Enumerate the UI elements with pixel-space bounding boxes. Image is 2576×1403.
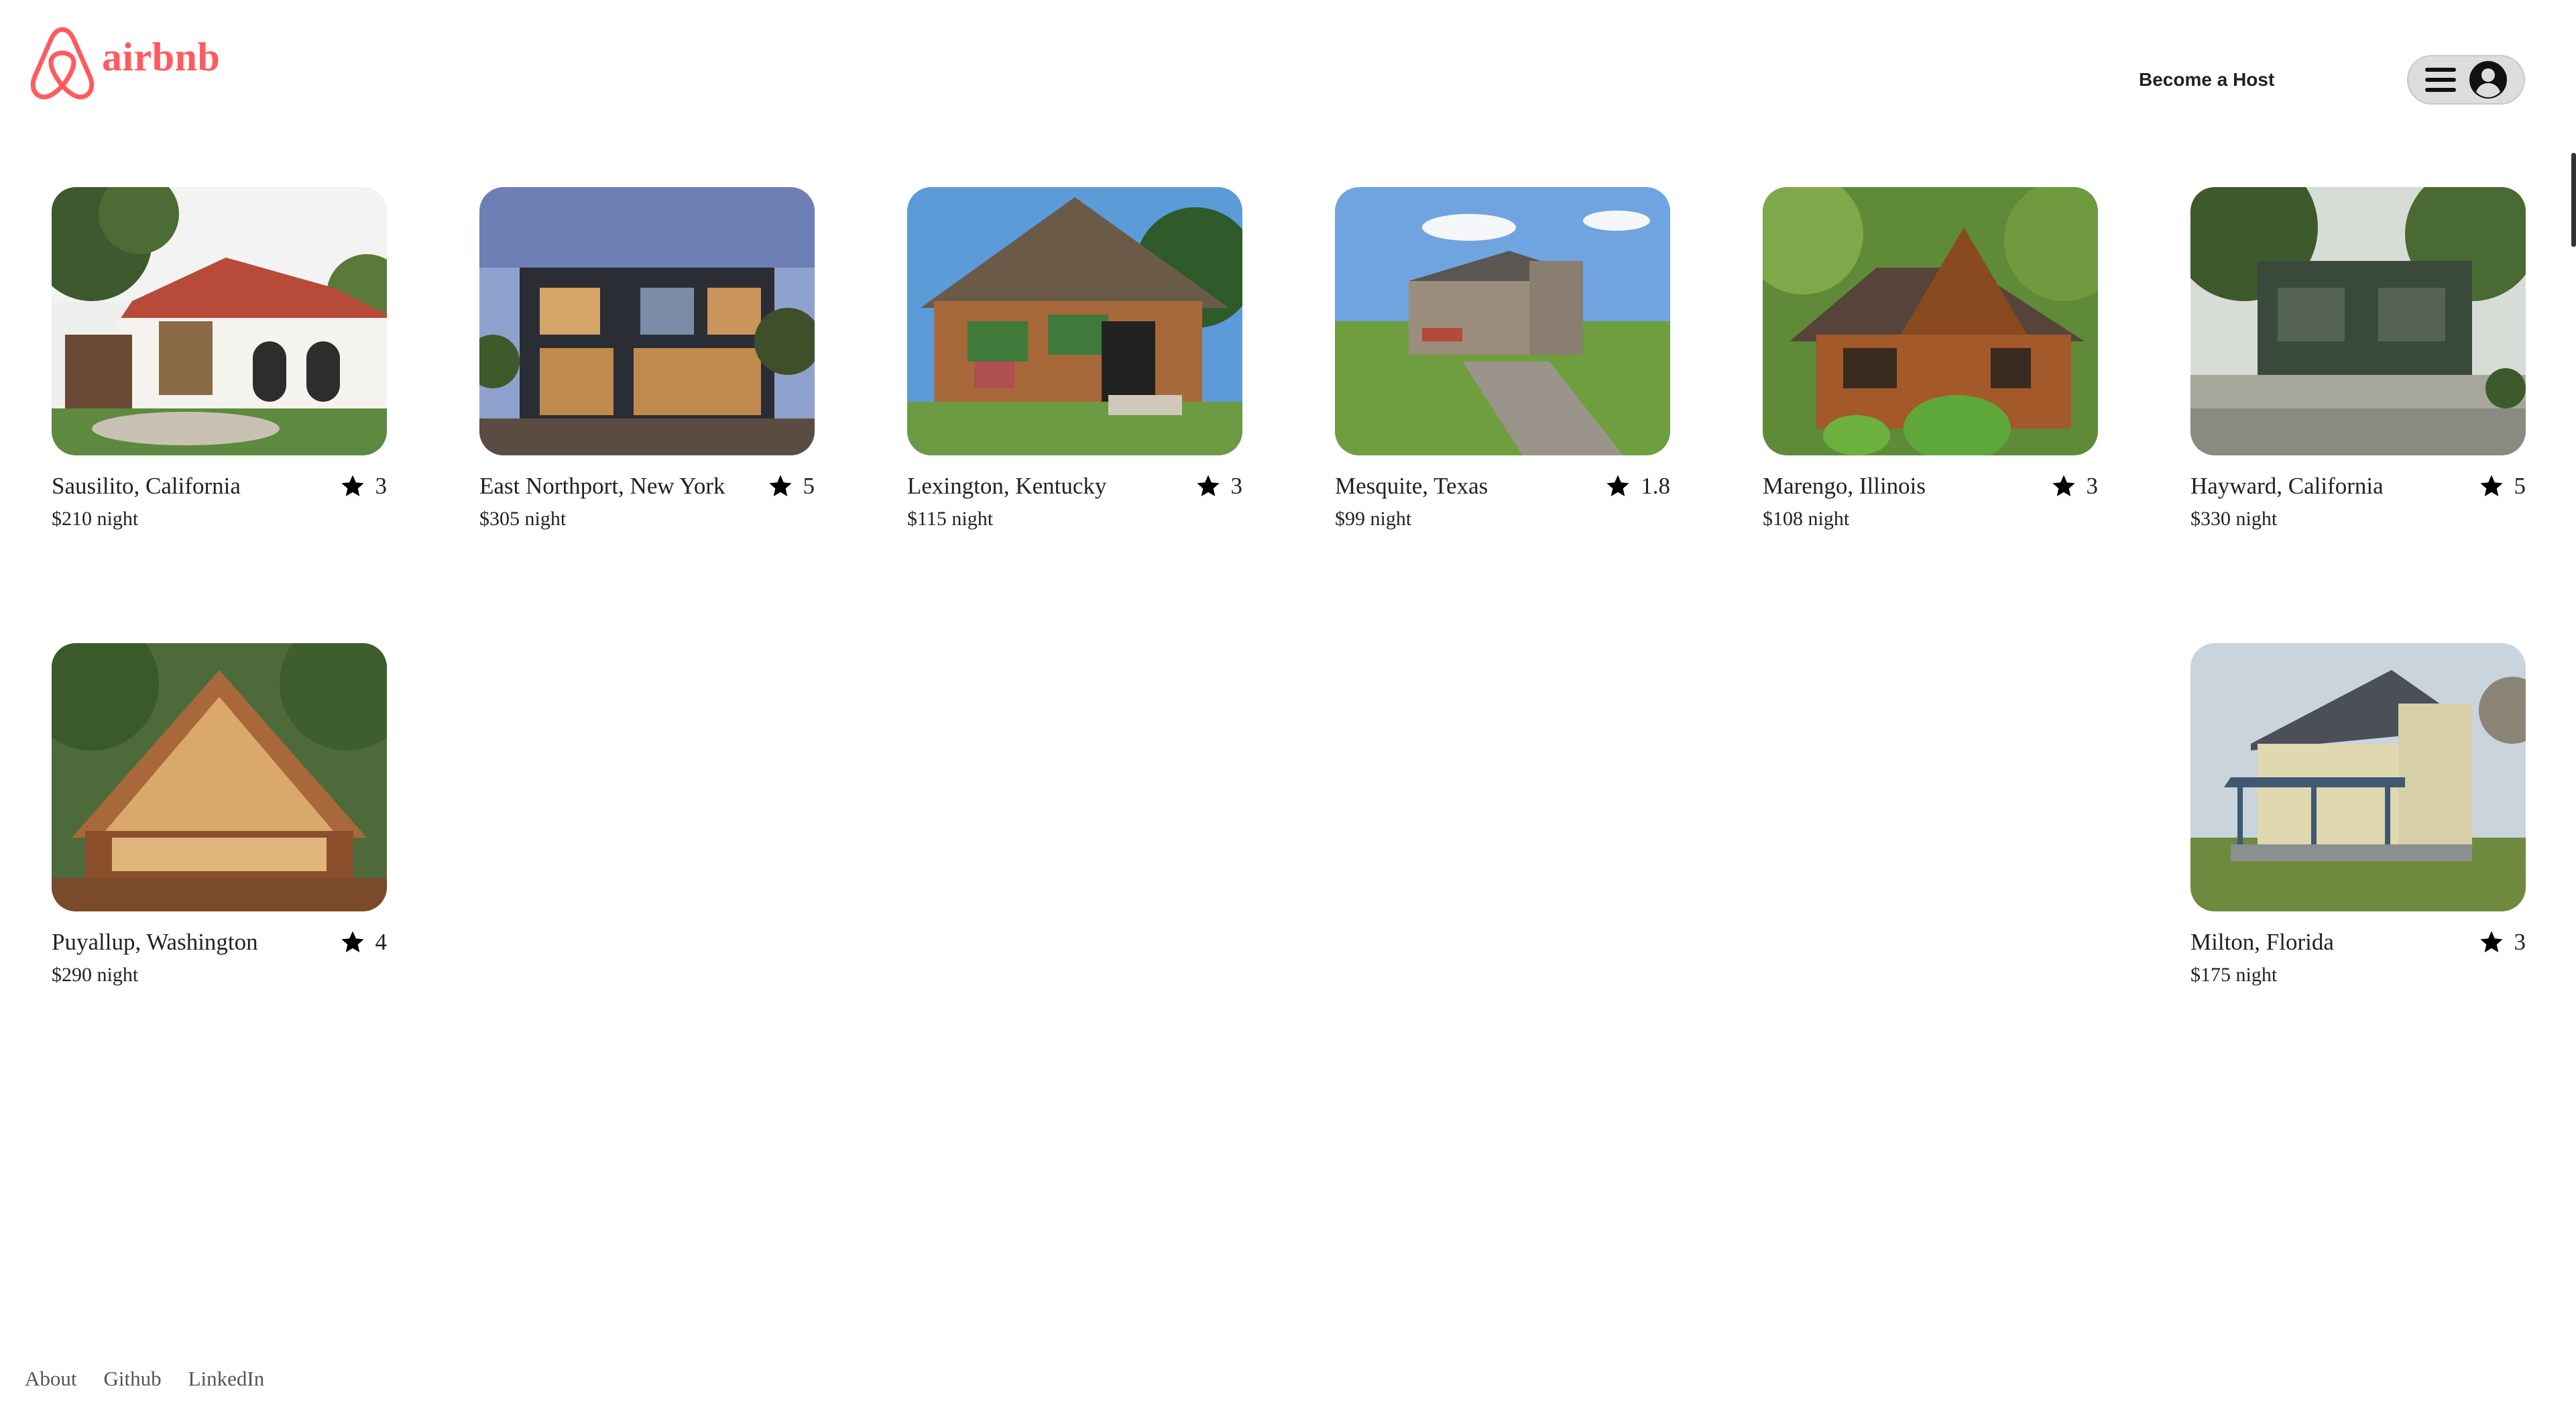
listing-location: Puyallup, Washington (52, 929, 258, 955)
house-photo (907, 187, 1242, 455)
star-icon (768, 475, 792, 496)
listing-card[interactable]: Sausilito, California 3 $210 night (52, 187, 388, 530)
listing-rating: 5 (767, 473, 815, 500)
star-icon (1606, 475, 1629, 496)
listing-card[interactable]: Marengo, Illinois 3 $108 night (1763, 187, 2099, 530)
footer-link-github[interactable]: Github (104, 1367, 162, 1391)
brand-name: airbnb (102, 34, 221, 79)
listing-rating: 3 (1195, 473, 1243, 500)
house-photo (52, 187, 387, 455)
house-photo (1335, 187, 1670, 455)
top-navigation: airbnb Become a Host (0, 0, 2576, 134)
rating-value: 4 (375, 929, 388, 955)
listing-price: $108 night (1763, 508, 1850, 530)
listing-location: Milton, Florida (2190, 929, 2334, 955)
rating-value: 3 (2514, 929, 2526, 955)
user-menu-button[interactable] (2407, 55, 2525, 105)
listing-price: $175 night (2190, 964, 2278, 986)
rating-value: 5 (803, 473, 815, 499)
house-photo (479, 187, 815, 455)
listing-price: $99 night (1335, 508, 1412, 530)
house-photo (52, 643, 387, 911)
listing-card[interactable]: Milton, Florida 3 $175 night (2190, 643, 2526, 986)
house-photo (2190, 643, 2526, 911)
listing-rating: 4 (339, 929, 388, 956)
house-photo (2190, 187, 2526, 455)
listing-rating: 3 (2050, 473, 2099, 500)
listing-photo[interactable] (52, 187, 387, 455)
listing-location: East Northport, New York (479, 473, 725, 499)
listing-location: Lexington, Kentucky (907, 473, 1107, 499)
rating-value: 3 (375, 473, 388, 499)
footer-link-linkedin[interactable]: LinkedIn (188, 1367, 265, 1391)
listing-photo[interactable] (479, 187, 815, 455)
listing-photo[interactable] (2190, 643, 2526, 911)
listing-rating: 1.8 (1604, 473, 1670, 500)
listing-card[interactable]: Lexington, Kentucky 3 $115 night (907, 187, 1243, 530)
star-icon (341, 475, 364, 496)
listing-card[interactable]: Mesquite, Texas 1.8 $99 night (1335, 187, 1670, 530)
listing-price: $290 night (52, 964, 139, 986)
rating-value: 1.8 (1641, 473, 1670, 499)
become-a-host-link[interactable]: Become a Host (2139, 69, 2274, 91)
listing-photo[interactable] (1763, 187, 2098, 455)
rating-value: 3 (1230, 473, 1243, 499)
listing-photo[interactable] (52, 643, 387, 911)
footer-link-about[interactable]: About (25, 1367, 77, 1391)
listing-rating: 3 (339, 473, 388, 500)
user-circle-icon (2469, 61, 2507, 99)
listing-photo[interactable] (2190, 187, 2526, 455)
airbnb-logo[interactable]: airbnb (25, 24, 220, 102)
listing-rating: 3 (2478, 929, 2526, 956)
listing-location: Sausilito, California (52, 473, 241, 499)
scrollbar-thumb[interactable] (2571, 153, 2576, 247)
star-icon (2479, 475, 2503, 496)
rating-value: 5 (2514, 473, 2526, 499)
rating-value: 3 (2086, 473, 2099, 499)
listing-price: $115 night (907, 508, 994, 530)
listing-card[interactable]: Puyallup, Washington 4 $290 night (52, 643, 388, 986)
listing-rating: 5 (2478, 473, 2526, 500)
star-icon (2479, 931, 2503, 952)
hamburger-icon (2425, 68, 2456, 92)
listing-price: $305 night (479, 508, 567, 530)
airbnb-belo-icon (30, 27, 95, 100)
listing-price: $210 night (52, 508, 139, 530)
listing-photo[interactable] (907, 187, 1242, 455)
listing-card[interactable]: Hayward, California 5 $330 night (2190, 187, 2526, 530)
house-photo (1763, 187, 2098, 455)
listing-photo[interactable] (1335, 187, 1670, 455)
listing-card[interactable]: East Northport, New York 5 $305 night (479, 187, 815, 530)
star-icon (341, 931, 364, 952)
listing-location: Marengo, Illinois (1763, 473, 1926, 499)
star-icon (2052, 475, 2075, 496)
footer: About Github LinkedIn (25, 1367, 264, 1391)
star-icon (1196, 475, 1220, 496)
listing-location: Hayward, California (2190, 473, 2384, 499)
listing-price: $330 night (2190, 508, 2278, 530)
listing-location: Mesquite, Texas (1335, 473, 1488, 499)
